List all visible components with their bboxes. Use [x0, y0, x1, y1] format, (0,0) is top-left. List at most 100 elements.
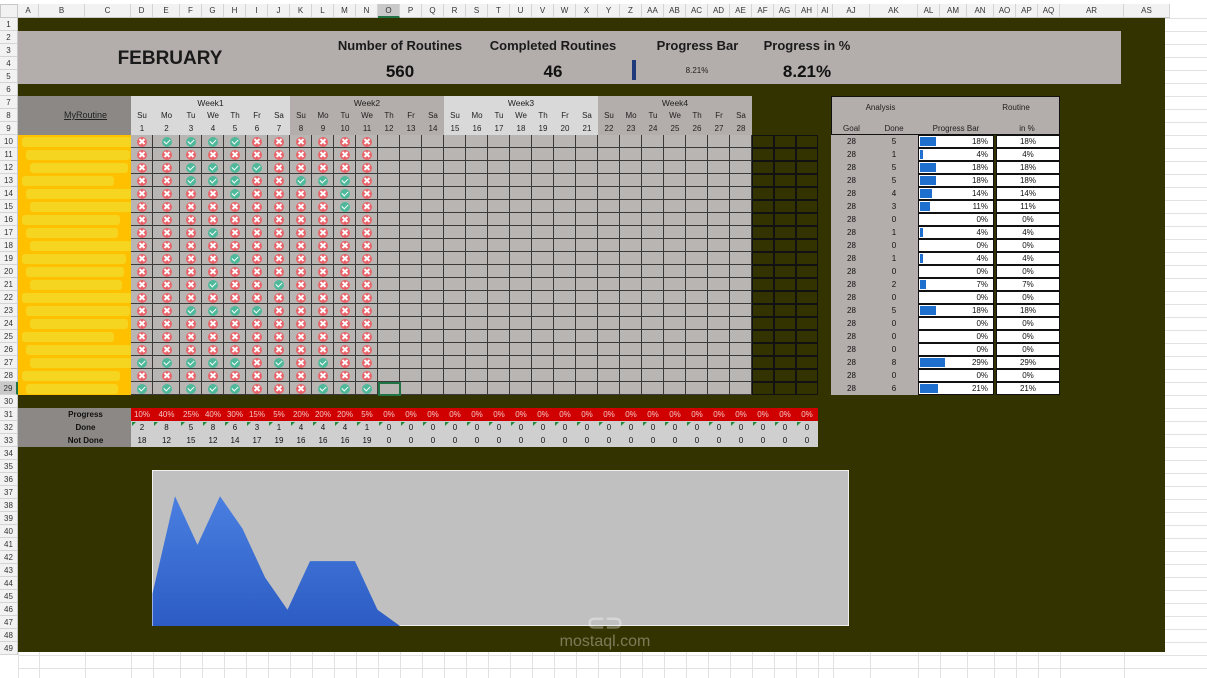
cross-icon[interactable] — [296, 357, 306, 368]
tracker-cell[interactable] — [378, 317, 400, 330]
tracker-cell[interactable] — [378, 278, 400, 291]
cross-icon[interactable] — [296, 214, 306, 225]
tracker-cell[interactable] — [466, 291, 488, 304]
cross-icon[interactable] — [137, 370, 147, 381]
cross-icon[interactable] — [252, 253, 262, 264]
cross-icon[interactable] — [362, 318, 372, 329]
tracker-cell[interactable] — [378, 135, 400, 148]
tracker-cell[interactable] — [576, 304, 598, 317]
tracker-cell[interactable] — [664, 174, 686, 187]
tracker-cell[interactable] — [378, 239, 400, 252]
tracker-cell[interactable] — [532, 239, 554, 252]
cross-icon[interactable] — [252, 279, 262, 290]
row-header-47[interactable]: 47 — [0, 616, 18, 629]
tracker-cell[interactable] — [642, 265, 664, 278]
cross-icon[interactable] — [137, 266, 147, 277]
cross-icon[interactable] — [274, 188, 284, 199]
tracker-cell[interactable] — [730, 382, 752, 395]
tracker-cell[interactable] — [400, 187, 422, 200]
check-icon[interactable] — [186, 383, 196, 394]
cross-icon[interactable] — [340, 344, 350, 355]
cross-icon[interactable] — [230, 370, 240, 381]
cross-icon[interactable] — [318, 331, 328, 342]
tracker-cell[interactable] — [664, 239, 686, 252]
tracker-cell[interactable] — [422, 135, 444, 148]
cross-icon[interactable] — [340, 214, 350, 225]
column-header-q[interactable]: Q — [422, 4, 444, 18]
tracker-cell[interactable] — [466, 239, 488, 252]
column-header-o[interactable]: O — [378, 4, 400, 18]
tracker-cell[interactable] — [444, 356, 466, 369]
tracker-cell[interactable] — [422, 278, 444, 291]
cross-icon[interactable] — [252, 357, 262, 368]
tracker-cell[interactable] — [444, 343, 466, 356]
check-icon[interactable] — [208, 136, 218, 147]
cross-icon[interactable] — [296, 318, 306, 329]
check-icon[interactable] — [274, 279, 284, 290]
cross-icon[interactable] — [296, 188, 306, 199]
tracker-cell[interactable] — [532, 343, 554, 356]
tracker-cell[interactable] — [422, 304, 444, 317]
column-header-aa[interactable]: AA — [642, 4, 664, 18]
column-header-as[interactable]: AS — [1124, 4, 1170, 18]
tracker-cell[interactable] — [730, 278, 752, 291]
tracker-cell[interactable] — [620, 330, 642, 343]
tracker-cell[interactable] — [554, 148, 576, 161]
tracker-cell[interactable] — [642, 161, 664, 174]
routine-name-redacted[interactable] — [22, 176, 114, 186]
tracker-cell[interactable] — [488, 369, 510, 382]
tracker-cell[interactable] — [730, 356, 752, 369]
cross-icon[interactable] — [137, 175, 147, 186]
column-header-w[interactable]: W — [554, 4, 576, 18]
cross-icon[interactable] — [362, 227, 372, 238]
cross-icon[interactable] — [230, 227, 240, 238]
tracker-cell[interactable] — [620, 343, 642, 356]
row-header-38[interactable]: 38 — [0, 499, 18, 512]
tracker-cell[interactable] — [686, 278, 708, 291]
check-icon[interactable] — [340, 201, 350, 212]
cross-icon[interactable] — [318, 344, 328, 355]
cross-icon[interactable] — [137, 331, 147, 342]
cross-icon[interactable] — [296, 266, 306, 277]
tracker-cell[interactable] — [620, 291, 642, 304]
tracker-cell[interactable] — [598, 213, 620, 226]
tracker-cell[interactable] — [532, 200, 554, 213]
cross-icon[interactable] — [318, 240, 328, 251]
cross-icon[interactable] — [208, 201, 218, 212]
row-header-25[interactable]: 25 — [0, 330, 18, 343]
cross-icon[interactable] — [274, 227, 284, 238]
tracker-cell[interactable] — [400, 278, 422, 291]
check-icon[interactable] — [274, 357, 284, 368]
column-header-z[interactable]: Z — [620, 4, 642, 18]
cross-icon[interactable] — [362, 331, 372, 342]
tracker-cell[interactable] — [444, 161, 466, 174]
tracker-cell[interactable] — [686, 213, 708, 226]
tracker-cell[interactable] — [532, 356, 554, 369]
cross-icon[interactable] — [161, 175, 172, 186]
tracker-cell[interactable] — [664, 187, 686, 200]
cross-icon[interactable] — [252, 188, 262, 199]
cross-icon[interactable] — [318, 149, 328, 160]
column-header-ag[interactable]: AG — [774, 4, 796, 18]
tracker-cell[interactable] — [466, 213, 488, 226]
cross-icon[interactable] — [362, 266, 372, 277]
check-icon[interactable] — [252, 162, 262, 173]
tracker-cell[interactable] — [466, 161, 488, 174]
tracker-cell[interactable] — [444, 291, 466, 304]
row-header-21[interactable]: 21 — [0, 278, 18, 291]
row-header-42[interactable]: 42 — [0, 551, 18, 564]
cross-icon[interactable] — [252, 331, 262, 342]
cross-icon[interactable] — [230, 214, 240, 225]
tracker-cell[interactable] — [708, 161, 730, 174]
check-icon[interactable] — [296, 175, 306, 186]
tracker-cell[interactable] — [664, 317, 686, 330]
tracker-cell[interactable] — [400, 343, 422, 356]
tracker-cell[interactable] — [620, 278, 642, 291]
cross-icon[interactable] — [137, 318, 147, 329]
tracker-cell[interactable] — [664, 369, 686, 382]
tracker-cell[interactable] — [620, 226, 642, 239]
cross-icon[interactable] — [208, 188, 218, 199]
tracker-cell[interactable] — [488, 174, 510, 187]
tracker-cell[interactable] — [422, 317, 444, 330]
tracker-cell[interactable] — [532, 369, 554, 382]
